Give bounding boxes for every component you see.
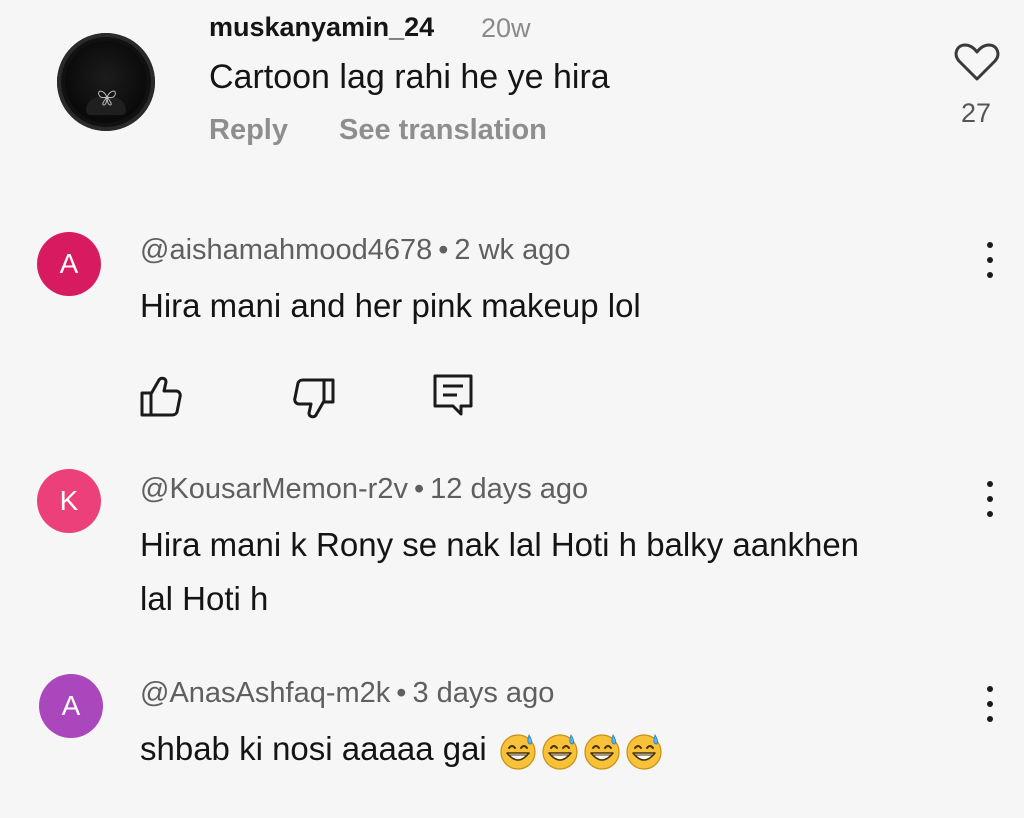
comment-username[interactable]: muskanyamin_24 — [209, 12, 434, 43]
grinning-sweat-emoji — [500, 734, 536, 770]
separator-dot: • — [438, 234, 449, 266]
separator-dot: • — [413, 473, 425, 505]
comment-timestamp: 3 days ago — [412, 677, 555, 709]
comment-text: Hira mani k Rony se nak lal Hoti h balky… — [140, 518, 859, 626]
more-vert-icon[interactable] — [986, 242, 994, 278]
butterfly-icon — [98, 90, 116, 106]
comment-timestamp: 2 wk ago — [454, 234, 571, 266]
avatar[interactable] — [57, 33, 155, 131]
avatar[interactable]: A — [39, 674, 103, 738]
comment-text-line: Hira mani k Rony se nak lal Hoti h balky… — [140, 526, 860, 563]
comment-meta: @AnasAshfaq-m2k • 3 days ago — [140, 677, 554, 710]
see-translation-button[interactable]: See translation — [339, 114, 547, 147]
thumbs-up-icon[interactable] — [137, 372, 185, 420]
comment-text: Hira mani and her pink makeup lol — [140, 287, 641, 324]
more-vert-icon[interactable] — [986, 686, 994, 722]
comment-handle[interactable]: @aishamahmood4678 — [140, 234, 432, 266]
comment-text: shbab ki nosi aaaaa gai — [140, 722, 664, 776]
comment-text: Cartoon lag rahi he ye hira — [209, 58, 610, 96]
comment-handle[interactable]: @KousarMemon-r2v — [140, 473, 408, 505]
heart-icon[interactable] — [954, 42, 1000, 82]
separator-dot: • — [396, 677, 407, 709]
like-count: 27 — [960, 98, 992, 128]
comment-handle[interactable]: @AnasAshfaq-m2k — [140, 677, 390, 709]
thumbs-down-icon[interactable] — [290, 375, 338, 423]
avatar[interactable]: K — [37, 469, 101, 533]
avatar-letter: A — [59, 248, 79, 279]
avatar-letter: K — [59, 485, 79, 516]
comment-icon[interactable] — [429, 370, 477, 418]
grinning-sweat-emoji — [542, 734, 578, 770]
avatar-letter: A — [61, 690, 81, 721]
comment-meta: @KousarMemon-r2v • 12 days ago — [140, 473, 588, 506]
emoji-row — [496, 730, 664, 770]
comment-meta: @aishamahmood4678 • 2 wk ago — [140, 234, 570, 267]
grinning-sweat-emoji — [626, 734, 662, 770]
comment-text-line: lal Hoti h — [140, 580, 269, 617]
more-vert-icon[interactable] — [986, 481, 994, 517]
grinning-sweat-emoji — [584, 734, 620, 770]
comment-text-body: shbab ki nosi aaaaa gai — [140, 730, 487, 767]
avatar[interactable]: A — [37, 232, 101, 296]
reply-button[interactable]: Reply — [209, 114, 288, 147]
comment-timestamp: 12 days ago — [430, 473, 589, 505]
comment-timestamp: 20w — [481, 13, 531, 43]
